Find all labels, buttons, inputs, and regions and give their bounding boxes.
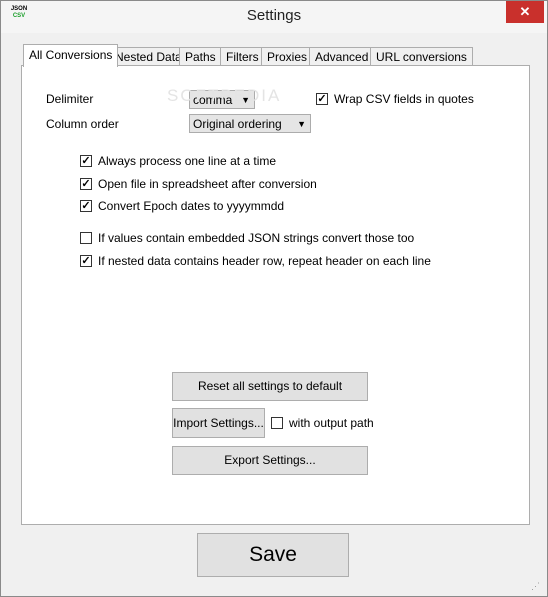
option-label-open-spreadsheet: Open file in spreadsheet after conversio… [98, 177, 317, 191]
window-title: Settings [246, 7, 302, 24]
option-checkbox-epoch-dates[interactable]: ✓ [80, 200, 92, 212]
save-button[interactable]: Save [197, 533, 349, 577]
option-label-repeat-header: If nested data contains header row, repe… [98, 254, 431, 268]
resize-grip-icon[interactable]: ⋰ [531, 581, 543, 593]
column-order-select[interactable]: Original ordering ▼ [189, 114, 311, 133]
delimiter-label: Delimiter [46, 92, 94, 106]
settings-window: JSON CSV Settings ✕ All Conversions Nest… [0, 0, 548, 597]
tab-filters[interactable]: Filters [220, 47, 265, 66]
option-checkbox-embedded-json[interactable] [80, 232, 92, 244]
tab-all-conversions[interactable]: All Conversions [23, 44, 119, 67]
option-label-epoch-dates: Convert Epoch dates to yyyymmdd [98, 199, 285, 213]
close-button[interactable]: ✕ [506, 1, 544, 23]
with-output-path-label: with output path [289, 416, 374, 430]
softpedia-watermark: SOFTPEDIA [167, 86, 282, 105]
all-conversions-panel: Delimiter comma ▼ SOFTPEDIA ✓ Wrap CSV f… [21, 65, 530, 525]
tab-paths[interactable]: Paths [179, 47, 222, 66]
with-output-path-checkbox[interactable] [271, 417, 283, 429]
reset-settings-button[interactable]: Reset all settings to default [172, 372, 368, 401]
import-settings-button[interactable]: Import Settings... [172, 408, 265, 438]
option-label-always-process: Always process one line at a time [98, 154, 277, 168]
wrap-csv-checkbox[interactable]: ✓ [316, 93, 328, 105]
option-label-embedded-json: If values contain embedded JSON strings … [98, 231, 415, 245]
close-icon: ✕ [519, 4, 531, 19]
option-checkbox-always-process[interactable]: ✓ [80, 155, 92, 167]
tab-advanced[interactable]: Advanced [309, 47, 375, 66]
option-checkbox-open-spreadsheet[interactable]: ✓ [80, 178, 92, 190]
chevron-down-icon: ▼ [297, 119, 306, 129]
wrap-csv-label: Wrap CSV fields in quotes [334, 92, 474, 106]
column-order-value: Original ordering [193, 117, 282, 131]
column-order-label: Column order [46, 117, 119, 131]
title-bar: JSON CSV Settings ✕ [1, 1, 547, 33]
tab-nested-data[interactable]: Nested Data [109, 47, 188, 66]
tab-proxies[interactable]: Proxies [261, 47, 314, 66]
tab-url-conversions[interactable]: URL conversions [370, 47, 473, 66]
option-checkbox-repeat-header[interactable]: ✓ [80, 255, 92, 267]
export-settings-button[interactable]: Export Settings... [172, 446, 368, 475]
